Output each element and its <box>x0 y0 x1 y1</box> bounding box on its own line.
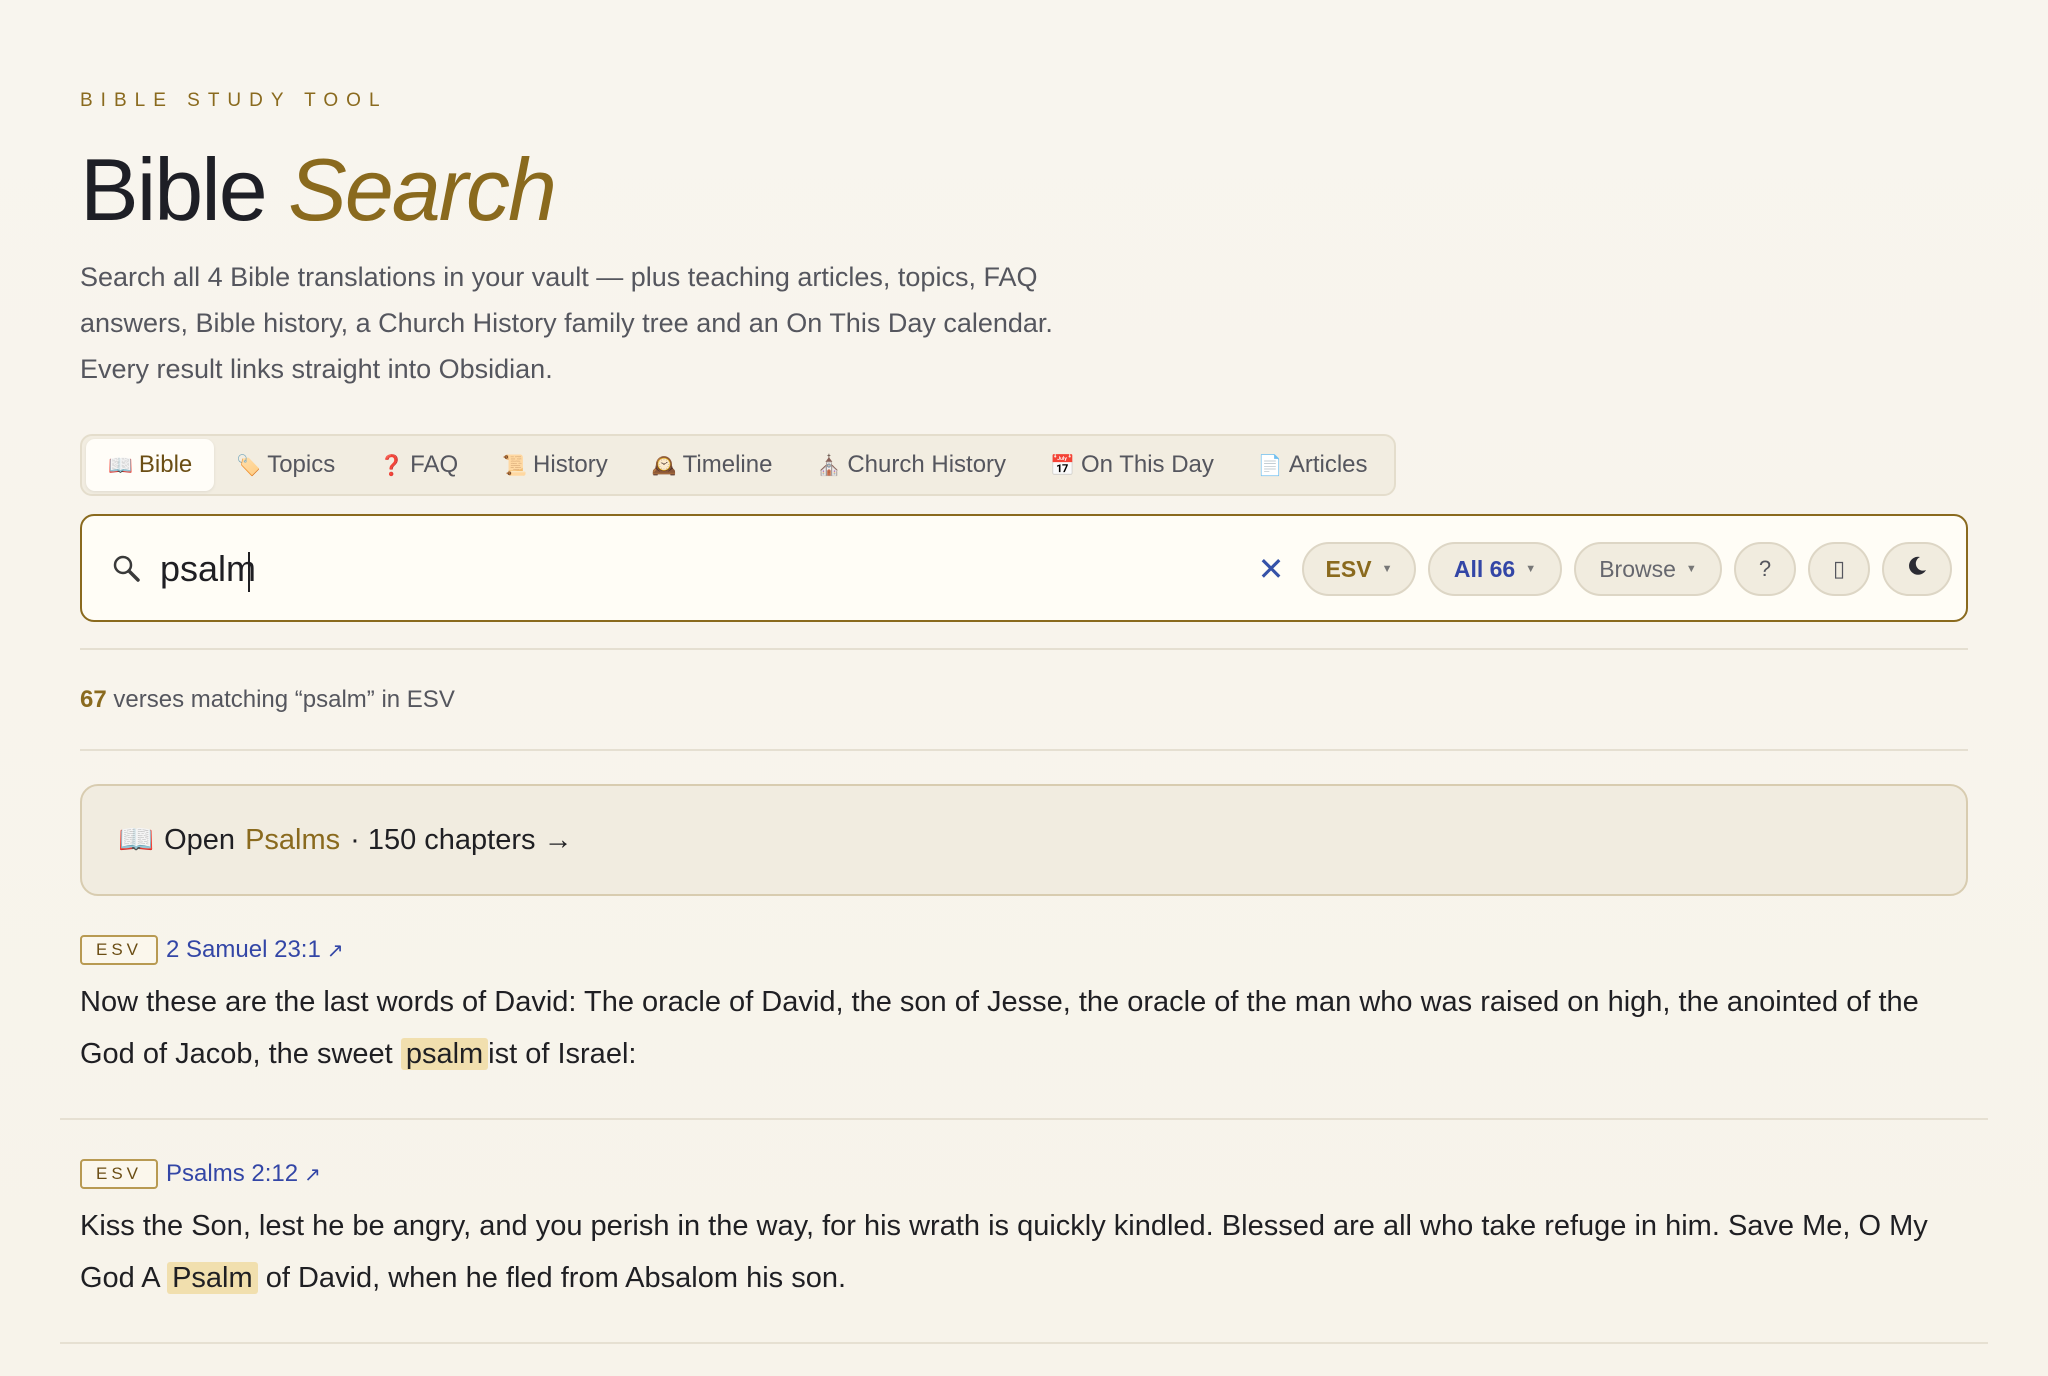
translation-badge: ESV <box>80 935 159 965</box>
tab-label: History <box>533 451 608 478</box>
tab-label: Bible <box>138 451 193 478</box>
scroll-icon: 📜 <box>502 454 528 477</box>
chevron-down-icon: ▼ <box>1685 563 1697 575</box>
tab-on-this-day[interactable]: 📅 On This Day <box>1028 439 1236 491</box>
translation-select[interactable]: ESV ▼ <box>1302 542 1416 596</box>
verse-reference-link[interactable]: Psalms 2:12 ↗ <box>166 1160 321 1188</box>
text-cursor <box>248 552 250 592</box>
chevron-down-icon: ▼ <box>1381 563 1393 575</box>
result-item: ESV Psalms 2:12 ↗ Kiss the Son, lest he b… <box>80 1158 1968 1304</box>
open-book-card[interactable]: 📖 Open Psalms · 150 chapters → <box>80 784 1968 896</box>
moon-icon <box>1906 555 1928 583</box>
verse-text: Now these are the last words of David: T… <box>80 976 1968 1080</box>
verse-text-after: of David, when he fled from Absalom his … <box>257 1262 847 1294</box>
page-description: Search all 4 Bible translations in your … <box>80 262 1053 384</box>
tab-church-history[interactable]: ⛪ Church History <box>794 439 1028 491</box>
tab-bible[interactable]: 📖 Bible <box>86 439 215 491</box>
theme-toggle-button[interactable] <box>1882 542 1952 596</box>
divider <box>80 648 1968 650</box>
verse-text-before: Now these are the last words of David: T… <box>80 986 1919 1070</box>
title-main: Bible <box>80 140 268 239</box>
tab-timeline[interactable]: 🕰️ Timeline <box>630 439 795 491</box>
book-icon: 📖 <box>118 824 155 856</box>
tab-label: Articles <box>1288 451 1368 478</box>
results-count-text: verses matching “psalm” in ESV <box>113 686 455 713</box>
clock-icon: 🕰️ <box>651 454 677 477</box>
search-icon <box>104 546 148 590</box>
result-meta: ESV Psalms 2:12 ↗ <box>80 1158 1968 1190</box>
tab-label: Topics <box>267 451 336 478</box>
tab-label: FAQ <box>410 451 459 478</box>
verse-reference-link[interactable]: 2 Samuel 23:1 ↗ <box>166 936 344 964</box>
tab-faq[interactable]: ❓ FAQ <box>357 439 480 491</box>
search-input[interactable] <box>160 538 1220 600</box>
open-book-chapters: · 150 chapters → <box>350 823 573 856</box>
clear-search-button[interactable]: ✕ <box>1248 546 1294 592</box>
open-label: Open <box>164 823 236 856</box>
browse-select[interactable]: Browse ▼ <box>1574 542 1722 596</box>
divider <box>80 749 1968 751</box>
results-count: 67 verses matching “psalm” in ESV <box>80 686 455 714</box>
question-icon: ❓ <box>379 454 405 477</box>
tag-icon: 🏷️ <box>236 454 262 477</box>
result-item: ESV 2 Samuel 23:1 ↗ Now these are the las… <box>80 934 1968 1080</box>
external-link-icon: ↗ <box>326 940 344 962</box>
external-link-icon: ↗ <box>304 1164 321 1186</box>
open-book-name: Psalms <box>245 823 341 856</box>
book-icon: 📖 <box>108 454 133 477</box>
tab-label: On This Day <box>1080 451 1214 478</box>
result-divider <box>60 1342 1988 1344</box>
translation-badge: ESV <box>80 1159 159 1189</box>
verse-text: Kiss the Son, lest he be angry, and you … <box>80 1200 1968 1304</box>
tab-label: Church History <box>847 451 1007 478</box>
result-divider <box>60 1118 1988 1120</box>
help-button[interactable]: ? <box>1734 542 1796 596</box>
title-accent: Search <box>288 140 557 239</box>
verse-reference-text: 2 Samuel 23:1 <box>166 936 321 963</box>
results-count-number: 67 <box>80 686 107 713</box>
tab-bar: 📖 Bible 🏷️ Topics ❓ FAQ 📜 History 🕰️ Tim… <box>80 434 1396 496</box>
document-icon: 📄 <box>1257 454 1283 477</box>
search-bar: ✕ ESV ▼ All 66 ▼ Browse ▼ ? ▯ <box>80 514 1968 622</box>
book-scope-select[interactable]: All 66 ▼ <box>1428 542 1562 596</box>
tab-topics[interactable]: 🏷️ Topics <box>214 439 357 491</box>
verse-text-after: ist of Israel: <box>488 1038 637 1070</box>
page-title: Bible Search <box>80 140 557 240</box>
match-highlight: psalm <box>400 1038 489 1070</box>
translation-value: ESV <box>1325 555 1372 582</box>
browse-label: Browse <box>1599 555 1676 582</box>
calendar-icon: 📅 <box>1050 454 1075 477</box>
match-highlight: Psalm <box>167 1262 258 1294</box>
tab-label: Timeline <box>682 451 773 478</box>
scope-value: All 66 <box>1453 555 1516 582</box>
church-icon: ⛪ <box>816 454 842 477</box>
result-meta: ESV 2 Samuel 23:1 ↗ <box>80 934 1968 966</box>
reader-mode-button[interactable]: ▯ <box>1808 542 1870 596</box>
eyebrow-label: BIBLE STUDY TOOL <box>80 90 388 111</box>
tab-history[interactable]: 📜 History <box>480 439 630 491</box>
chevron-down-icon: ▼ <box>1525 563 1537 575</box>
tab-articles[interactable]: 📄 Articles <box>1236 439 1390 491</box>
verse-reference-text: Psalms 2:12 <box>166 1160 299 1187</box>
